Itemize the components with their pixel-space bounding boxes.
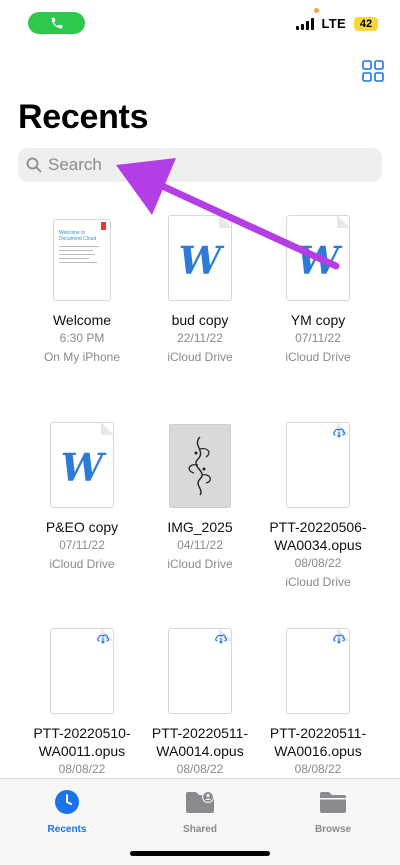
tattoo-sketch-image <box>188 436 211 496</box>
grid-view-icon[interactable] <box>362 60 384 82</box>
page-title: Recents <box>18 98 149 136</box>
file-name: YM copy <box>290 312 346 328</box>
folder-icon <box>320 792 346 813</box>
file-item-welcome[interactable]: Welcome to Document Cloud Welcome 6:30 P… <box>22 205 142 367</box>
file-date: 08/08/22 <box>294 556 342 570</box>
file-location: iCloud Drive <box>167 350 233 364</box>
file-date: 07/11/22 <box>59 538 105 552</box>
file-item-ptt-wa0016[interactable]: PTT-20220511- WA0016.opus 08/08/22 <box>258 618 378 779</box>
search-input[interactable] <box>48 155 348 175</box>
tab-label: Recents <box>47 824 87 835</box>
file-item-ptt-wa0014[interactable]: PTT-20220511- WA0014.opus 08/08/22 <box>140 618 260 779</box>
tab-label: Shared <box>183 824 217 835</box>
word-icon: W <box>296 238 340 283</box>
battery-indicator: 42 <box>354 16 378 31</box>
audio-file-thumbnail <box>168 628 232 714</box>
network-type: LTE <box>321 16 346 31</box>
word-icon: W <box>178 238 222 283</box>
file-location: iCloud Drive <box>49 557 115 571</box>
cloud-download-icon[interactable] <box>96 632 110 644</box>
file-date: 08/08/22 <box>58 762 106 776</box>
file-location: iCloud Drive <box>285 350 351 364</box>
file-date: 08/08/22 <box>176 762 224 776</box>
word-icon: W <box>60 445 104 490</box>
tab-shared[interactable]: Shared <box>150 789 250 835</box>
file-name: PTT-20220506- WA0034.opus <box>269 519 367 553</box>
acrobat-badge-icon <box>101 222 106 230</box>
file-date: 07/11/22 <box>295 331 341 345</box>
file-item-ptt-wa0011[interactable]: PTT-20220510- WA0011.opus 08/08/22 <box>22 618 142 779</box>
file-name: P&EO copy <box>45 519 119 535</box>
file-name: IMG_2025 <box>167 519 233 535</box>
word-document-thumbnail: W <box>50 422 114 508</box>
tab-recents[interactable]: Recents <box>17 789 117 835</box>
active-call-pill[interactable] <box>28 12 85 34</box>
cloud-download-icon[interactable] <box>332 426 346 438</box>
file-date: 22/11/22 <box>177 331 223 345</box>
word-document-thumbnail: W <box>286 215 350 301</box>
search-bar[interactable] <box>18 148 382 182</box>
search-icon <box>26 157 42 173</box>
home-indicator[interactable] <box>130 851 270 856</box>
audio-file-thumbnail <box>286 422 350 508</box>
audio-file-thumbnail <box>50 628 114 714</box>
cloud-download-icon[interactable] <box>332 632 346 644</box>
clock-icon <box>55 790 79 814</box>
privacy-indicator-dot <box>314 8 319 13</box>
file-name: PTT-20220511- WA0016.opus <box>269 725 367 759</box>
file-date: 6:30 PM <box>59 331 105 345</box>
file-item-bud-copy[interactable]: W bud copy 22/11/22 iCloud Drive <box>140 205 260 367</box>
shared-folder-icon <box>186 791 214 813</box>
file-location: On My iPhone <box>43 350 121 364</box>
file-name: PTT-20220511- WA0014.opus <box>151 725 249 759</box>
welcome-document-thumbnail: Welcome to Document Cloud <box>53 219 111 301</box>
signal-icon <box>295 17 314 30</box>
cloud-download-icon[interactable] <box>214 632 228 644</box>
file-location: iCloud Drive <box>285 575 351 589</box>
phone-icon <box>51 17 62 29</box>
file-date: 08/08/22 <box>294 762 342 776</box>
file-location: iCloud Drive <box>167 557 233 571</box>
file-name: Welcome <box>52 312 112 328</box>
file-name: bud copy <box>171 312 229 328</box>
audio-file-thumbnail <box>286 628 350 714</box>
file-name: PTT-20220510- WA0011.opus <box>33 725 131 759</box>
image-thumbnail <box>169 424 231 508</box>
file-item-peo-copy[interactable]: W P&EO copy 07/11/22 iCloud Drive <box>22 412 142 574</box>
file-date: 04/11/22 <box>177 538 223 552</box>
file-item-ym-copy[interactable]: W YM copy 07/11/22 iCloud Drive <box>258 205 378 367</box>
tab-label: Browse <box>314 824 352 835</box>
word-document-thumbnail: W <box>168 215 232 301</box>
file-item-img-2025[interactable]: IMG_2025 04/11/22 iCloud Drive <box>140 412 260 574</box>
tab-browse[interactable]: Browse <box>283 789 383 835</box>
status-bar: LTE 42 <box>0 0 400 46</box>
file-item-ptt-wa0034[interactable]: PTT-20220506- WA0034.opus 08/08/22 iCloud… <box>258 412 378 592</box>
